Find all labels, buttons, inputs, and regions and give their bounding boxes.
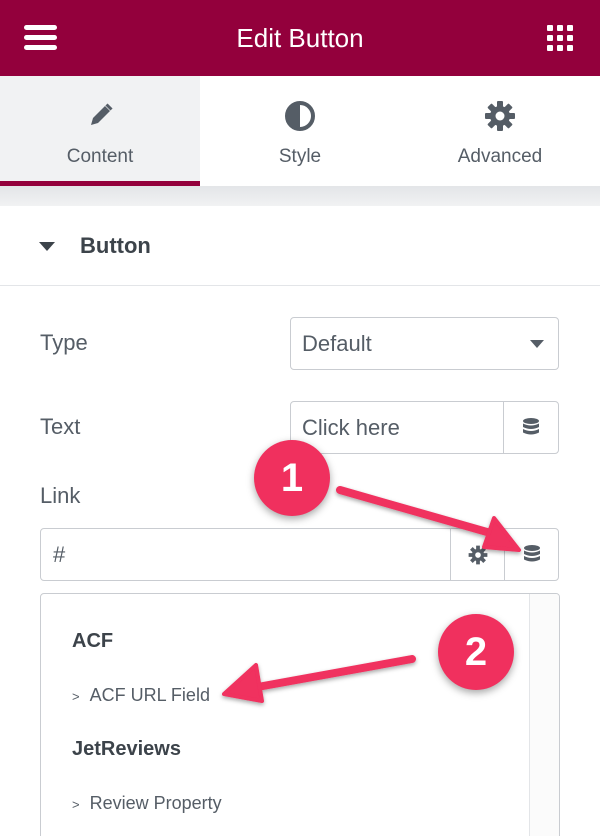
tab-style-label: Style xyxy=(278,146,322,167)
link-dynamic-tags-button[interactable] xyxy=(504,529,558,580)
grid-apps-icon[interactable] xyxy=(547,25,573,51)
section-title: Button xyxy=(80,232,151,258)
link-label: Link xyxy=(40,483,81,508)
gear-icon xyxy=(468,545,487,564)
type-select-value: Default xyxy=(302,330,372,356)
half-circle-icon xyxy=(284,100,316,132)
group-title-acf: ACF xyxy=(72,630,114,652)
link-field: # xyxy=(40,528,559,581)
link-input[interactable]: # xyxy=(41,529,450,580)
tab-advanced[interactable]: Advanced xyxy=(400,76,600,186)
tab-style[interactable]: Style xyxy=(200,76,400,186)
panel-title: Edit Button xyxy=(236,22,364,53)
chevron-right-icon: > xyxy=(72,797,80,812)
text-input[interactable]: Click here xyxy=(291,402,504,453)
step-badge-2: 2 xyxy=(438,614,514,690)
tab-content[interactable]: Content xyxy=(0,76,200,186)
gear-icon xyxy=(484,100,516,132)
option-review-property[interactable]: > Review Property xyxy=(72,793,222,814)
text-field: Click here xyxy=(290,401,559,454)
tab-advanced-label: Advanced xyxy=(457,146,543,167)
hamburger-menu-icon[interactable] xyxy=(24,25,57,51)
section-button-toggle[interactable]: Button xyxy=(0,206,600,286)
chevron-right-icon: > xyxy=(72,689,80,704)
panel-tabs: Content Style Advanced xyxy=(0,76,600,186)
database-icon xyxy=(523,417,539,434)
tabs-divider xyxy=(0,186,600,206)
type-select[interactable]: Default xyxy=(290,317,559,370)
type-label: Type xyxy=(40,330,88,355)
dynamic-tags-button[interactable] xyxy=(504,402,558,453)
option-acf-url-field[interactable]: > ACF URL Field xyxy=(72,685,210,706)
dropdown-scrollbar[interactable] xyxy=(529,594,559,836)
text-label: Text xyxy=(40,414,81,439)
tab-content-label: Content xyxy=(66,146,134,167)
database-icon xyxy=(523,544,540,561)
option-label: ACF URL Field xyxy=(89,685,210,705)
link-options-button[interactable] xyxy=(450,529,504,580)
option-label: Review Property xyxy=(89,793,222,813)
caret-down-icon xyxy=(39,242,55,251)
panel-header: Edit Button xyxy=(0,0,600,76)
group-title-jetreviews: JetReviews xyxy=(72,738,181,760)
step-badge-1: 1 xyxy=(254,440,330,516)
pencil-icon xyxy=(84,100,116,132)
chevron-down-icon xyxy=(530,340,544,348)
